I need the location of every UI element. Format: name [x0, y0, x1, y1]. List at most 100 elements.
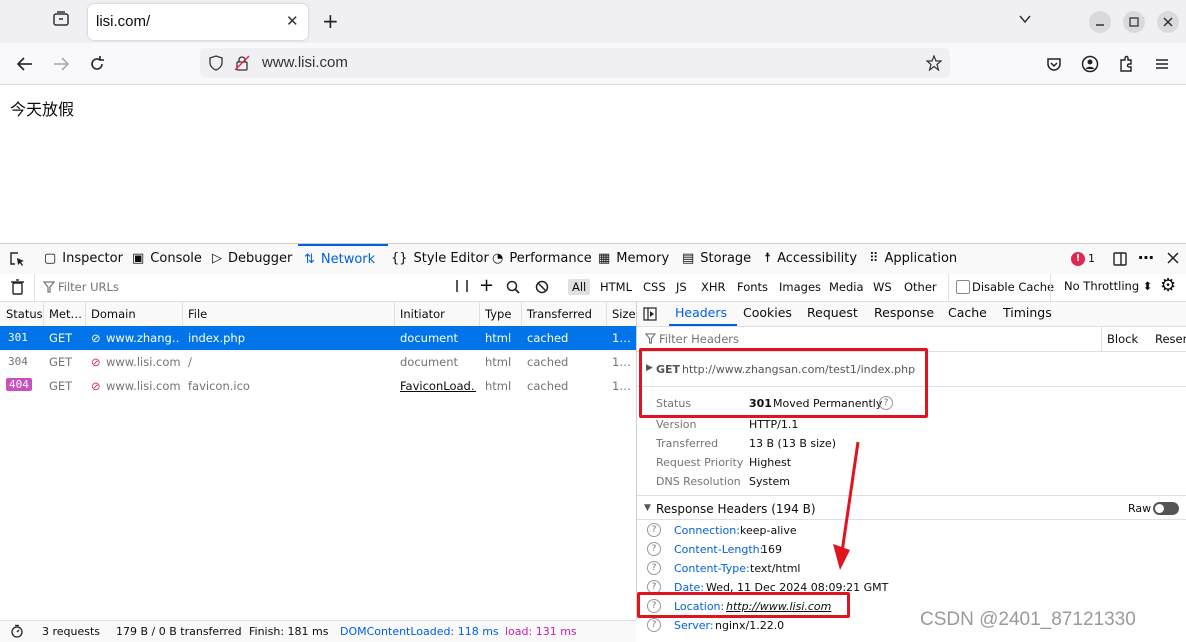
table-row[interactable]: 301 GET ⊘ www.zhang… index.php document …: [0, 326, 636, 350]
column-method[interactable]: Met…: [49, 307, 82, 321]
more-options-icon[interactable]: ⋯: [1138, 248, 1154, 267]
column-domain[interactable]: Domain: [91, 307, 136, 321]
tab-debugger[interactable]: ▷ Debugger: [212, 244, 292, 274]
filter-images[interactable]: Images: [775, 279, 825, 295]
insecure-lock-icon[interactable]: [234, 55, 250, 71]
error-icon[interactable]: !: [1071, 252, 1085, 266]
filter-all[interactable]: All: [568, 279, 591, 295]
tab-close-icon[interactable]: ✕: [286, 12, 299, 30]
shield-icon[interactable]: [208, 55, 224, 71]
collapse-arrow-icon[interactable]: ▼: [644, 503, 651, 513]
back-icon[interactable]: [16, 55, 34, 73]
maximize-icon: [1129, 17, 1139, 27]
tab-list-icon[interactable]: [52, 10, 70, 28]
response-headers-title[interactable]: Response Headers (194 B): [656, 502, 816, 516]
filter-other[interactable]: Other: [900, 279, 941, 295]
pause-icon[interactable]: ❙❙: [452, 278, 472, 292]
tab-storage[interactable]: ▤ Storage: [682, 244, 751, 274]
filter-headers-input[interactable]: Filter Headers: [659, 332, 739, 346]
trash-icon[interactable]: [10, 279, 25, 295]
filter-urls-input[interactable]: Filter URLs: [58, 280, 119, 294]
inspector-icon: ▢: [44, 251, 57, 266]
bookmark-star-icon[interactable]: [926, 55, 942, 71]
tab-network[interactable]: ⇅ Network: [298, 244, 388, 276]
column-status[interactable]: Status: [6, 307, 43, 321]
stopwatch-icon[interactable]: [10, 624, 24, 638]
dns-value: System: [749, 475, 791, 488]
close-window-button[interactable]: [1157, 11, 1179, 33]
tab-request[interactable]: Request: [807, 305, 858, 320]
status-code-badge: 404: [6, 378, 32, 391]
resend-button[interactable]: Resend: [1155, 332, 1186, 346]
tab-response[interactable]: Response: [874, 305, 934, 320]
settings-gear-icon[interactable]: ⚙: [1160, 275, 1176, 296]
url-bar[interactable]: www.lisi.com: [200, 48, 950, 78]
tab-style-editor[interactable]: {} Style Editor: [391, 244, 489, 274]
page-body-text: 今天放假: [10, 100, 75, 119]
element-picker-icon[interactable]: [9, 251, 25, 267]
url-text[interactable]: www.lisi.com: [262, 54, 348, 71]
tab-accessibility[interactable]: ☨ Accessibility: [764, 244, 857, 274]
new-tab-icon[interactable]: +: [322, 9, 339, 33]
extensions-icon[interactable]: [1117, 55, 1135, 73]
column-initiator[interactable]: Initiator: [400, 307, 445, 321]
disable-cache-checkbox[interactable]: [956, 280, 970, 294]
block-button[interactable]: Block: [1107, 332, 1138, 346]
header-name: Server:: [674, 619, 714, 632]
minimize-button[interactable]: [1089, 11, 1111, 33]
tab-cookies[interactable]: Cookies: [743, 305, 792, 320]
add-icon[interactable]: +: [479, 275, 494, 296]
dock-side-icon[interactable]: [1112, 251, 1128, 267]
tab-headers[interactable]: Headers: [675, 305, 727, 320]
search-icon[interactable]: [506, 280, 520, 294]
error-count[interactable]: 1: [1088, 252, 1095, 265]
filter-js[interactable]: JS: [672, 279, 691, 295]
help-icon[interactable]: ?: [647, 523, 661, 537]
filter-html[interactable]: HTML: [596, 279, 636, 295]
filter-media[interactable]: Media: [825, 279, 868, 295]
toggle-sidebar-icon[interactable]: [643, 307, 657, 321]
memory-icon: ▦: [598, 251, 611, 266]
help-icon[interactable]: ?: [647, 561, 661, 575]
tab-timings[interactable]: Timings: [1003, 305, 1052, 320]
block-icon[interactable]: [535, 280, 549, 294]
account-icon[interactable]: [1081, 55, 1099, 73]
request-method: GET: [49, 355, 73, 369]
initiator-link[interactable]: FaviconLoad…: [400, 379, 476, 393]
browser-tab[interactable]: lisi.com/ ✕: [88, 4, 308, 40]
reload-icon[interactable]: [88, 55, 106, 73]
column-type[interactable]: Type: [485, 307, 511, 321]
tab-application[interactable]: ⠿ Application: [869, 244, 957, 274]
filter-fonts[interactable]: Fonts: [733, 279, 772, 295]
raw-toggle[interactable]: [1153, 502, 1179, 515]
column-size[interactable]: Size: [612, 307, 636, 321]
help-icon[interactable]: ?: [647, 618, 661, 632]
request-domain: www.lisi.com: [106, 355, 180, 369]
request-domain: www.zhang…: [106, 331, 180, 345]
filter-css[interactable]: CSS: [639, 279, 670, 295]
header-value: text/html: [750, 562, 801, 575]
tab-memory[interactable]: ▦ Memory: [598, 244, 669, 274]
pocket-icon[interactable]: [1045, 55, 1063, 73]
column-transferred[interactable]: Transferred: [527, 307, 592, 321]
chevron-down-icon[interactable]: [1018, 12, 1032, 26]
request-file: favicon.ico: [188, 379, 250, 393]
column-divider: [479, 302, 480, 326]
filter-ws[interactable]: WS: [869, 279, 896, 295]
tab-performance[interactable]: ◔ Performance: [492, 244, 592, 274]
filter-xhr[interactable]: XHR: [697, 279, 730, 295]
column-file[interactable]: File: [188, 307, 207, 321]
menu-icon[interactable]: [1153, 55, 1171, 73]
table-row[interactable]: 404 GET ⊘ www.lisi.com favicon.ico Favic…: [0, 374, 636, 398]
raw-label: Raw: [1128, 502, 1152, 515]
tab-cache[interactable]: Cache: [948, 305, 987, 320]
help-icon[interactable]: ?: [647, 542, 661, 556]
table-row[interactable]: 304 GET ⊘ www.lisi.com / document html c…: [0, 350, 636, 374]
close-devtools-icon[interactable]: [1166, 251, 1180, 265]
tab-console[interactable]: ▣ Console: [132, 244, 202, 274]
throttling-select[interactable]: No Throttling ⬍: [1064, 279, 1152, 293]
forward-icon[interactable]: [52, 55, 70, 73]
tab-inspector[interactable]: ▢ Inspector: [44, 244, 123, 274]
maximize-button[interactable]: [1123, 11, 1145, 33]
request-size: 1…: [612, 331, 631, 345]
